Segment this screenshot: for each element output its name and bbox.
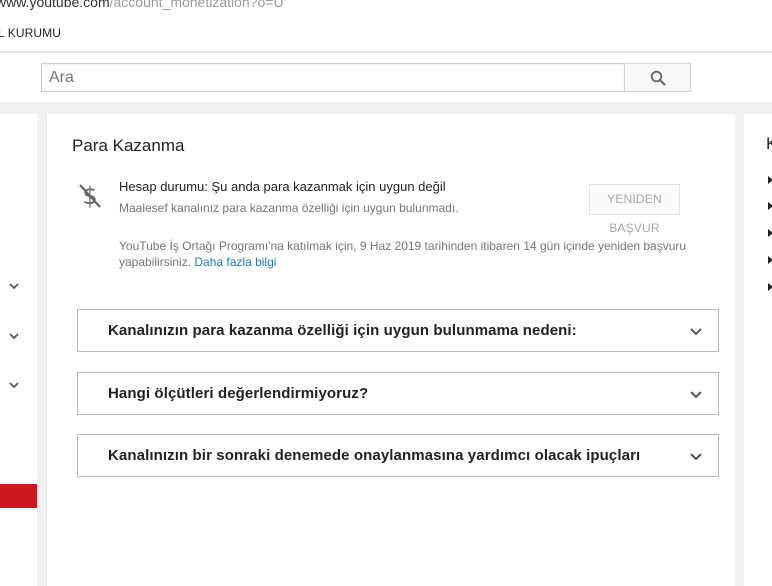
page-title: Para Kazanma [72,136,185,155]
chevron-down-icon[interactable] [8,379,20,391]
triangle-right-icon[interactable] [768,229,772,237]
reapply-button[interactable]: YENİDEN BAŞVUR [589,184,680,235]
chevron-down-icon[interactable] [8,330,20,342]
accordion-label: Hangi ölçütleri değerlendirmiyoruz? [108,385,369,402]
triangle-right-icon[interactable] [768,202,772,210]
chevron-down-icon [690,328,702,336]
triangle-right-icon[interactable] [768,176,772,184]
url-path: /account_monetization?o=U [109,0,284,10]
account-status-title: Hesap durumu: Şu anda para kazanmak için… [119,179,446,194]
bookmark-item[interactable]: L KURUMU [0,26,61,40]
accordion-label: Kanalınızın bir sonraki denemede onaylan… [108,447,641,464]
masthead [0,53,772,102]
left-sidebar [0,114,37,586]
bookmarks-bar: L KURUMU [0,16,772,52]
account-status-description: Maalesef kanalınız para kazanma özelliği… [119,201,459,215]
accordion-criteria[interactable]: Hangi ölçütleri değerlendirmiyoruz? [77,372,719,415]
learn-more-link[interactable]: Daha fazla bilgi [194,255,276,269]
search-icon [650,70,665,85]
triangle-right-icon[interactable] [768,283,772,291]
chevron-down-icon [690,453,702,461]
right-panel-heading: K [766,134,772,153]
url-text[interactable]: www.youtube.com/account_monetization?o=U [0,0,284,10]
reapply-info: YouTube İş Ortağı Programı'na katılmak i… [119,238,733,270]
accordion-label: Kanalınızın para kazanma özelliği için u… [108,322,577,339]
sidebar-item-active[interactable] [0,484,37,508]
chevron-down-icon[interactable] [8,280,20,292]
search-button[interactable] [624,63,691,92]
accordion-tips[interactable]: Kanalınızın bir sonraki denemede onaylan… [77,434,719,477]
chevron-down-icon [690,391,702,399]
url-host: www.youtube.com [0,0,110,10]
right-panel: K [744,114,772,586]
monetization-panel: Para Kazanma $ Hesap durumu: Şu anda par… [46,114,735,586]
no-money-icon: $ [79,182,101,210]
accordion-ineligibility-reason[interactable]: Kanalınızın para kazanma özelliği için u… [77,309,719,352]
triangle-right-icon[interactable] [768,256,772,264]
address-bar[interactable]: www.youtube.com/account_monetization?o=U [0,0,772,16]
search-input[interactable] [41,63,625,92]
